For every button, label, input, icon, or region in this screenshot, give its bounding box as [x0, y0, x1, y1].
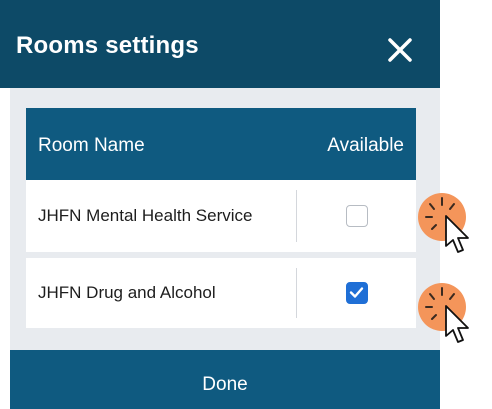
room-name-cell: JHFN Drug and Alcohol — [38, 283, 216, 302]
dialog-titlebar: Rooms settings — [0, 0, 440, 88]
header-room-name: Room Name — [38, 135, 145, 156]
rooms-settings-dialog: Rooms settings Room Name Available JHFN … — [0, 0, 440, 409]
header-available: Available — [327, 135, 404, 156]
rooms-table: Room Name Available JHFN Mental Health S… — [26, 108, 416, 328]
column-divider — [296, 190, 297, 242]
cursor-click-icon — [418, 283, 469, 343]
cursor-click-icon — [418, 193, 469, 253]
available-checkbox[interactable] — [346, 282, 368, 304]
table-row: JHFN Mental Health Service — [26, 180, 416, 252]
dialog-body: Room Name Available JHFN Mental Health S… — [10, 88, 440, 350]
dialog-title: Rooms settings — [16, 32, 199, 59]
close-button[interactable] — [380, 30, 420, 70]
done-label: Done — [202, 374, 248, 395]
close-icon — [388, 38, 412, 62]
table-row: JHFN Drug and Alcohol — [26, 258, 416, 328]
room-name-cell: JHFN Mental Health Service — [38, 206, 253, 225]
column-divider — [296, 268, 297, 318]
table-header: Room Name Available — [26, 108, 416, 180]
checkmark-icon — [349, 287, 364, 298]
done-button[interactable]: Done — [10, 350, 440, 409]
available-checkbox[interactable] — [346, 205, 368, 227]
